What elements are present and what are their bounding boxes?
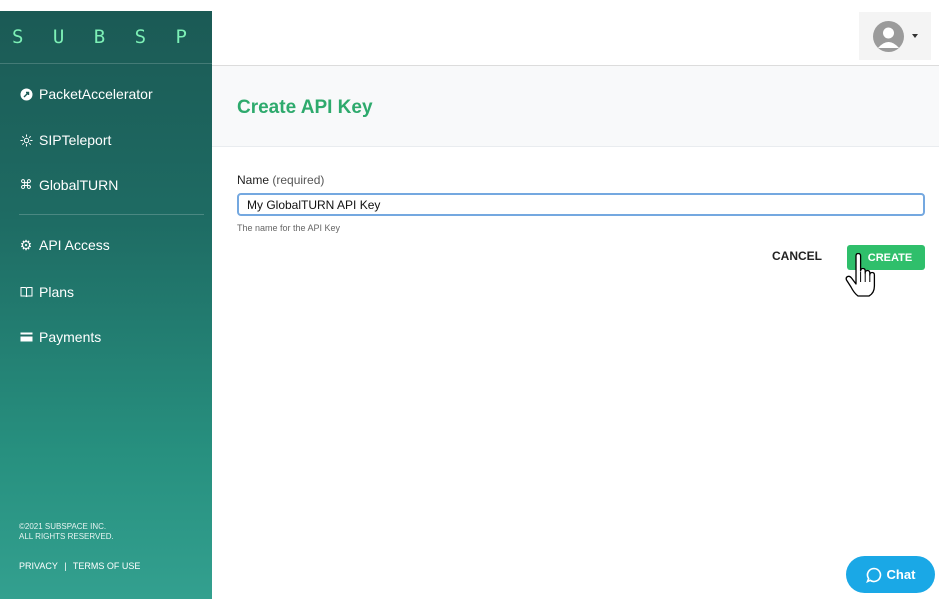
rocket-icon	[19, 87, 33, 101]
subspace-logo[interactable]: S U B S P Λ C Ξ	[0, 11, 212, 64]
copyright-line: ©2021 SUBSPACE INC.	[19, 522, 107, 531]
sidebar-item-plans[interactable]: Plans	[19, 284, 74, 300]
sidebar-item-label: Payments	[39, 329, 102, 345]
chat-label: Chat	[886, 567, 916, 582]
logo-text: S U B S P Λ C Ξ	[12, 26, 212, 48]
sidebar-item-label: Plans	[39, 284, 75, 300]
chat-bubble-icon	[865, 567, 881, 583]
name-help-text: The name for the API Key	[237, 223, 341, 233]
sidebar-item-label: API Access	[39, 237, 110, 253]
privacy-link[interactable]: PRIVACY	[19, 561, 58, 571]
sidebar-item-payments[interactable]: Payments	[19, 329, 101, 345]
hand-cursor-icon	[845, 253, 876, 297]
book-icon	[19, 285, 33, 299]
user-menu-button[interactable]	[859, 12, 931, 60]
sidebar-item-label: SIPTeleport	[39, 132, 112, 148]
cancel-button[interactable]: CANCEL	[772, 249, 822, 263]
sidebar-item-label: PacketAccelerator	[39, 86, 153, 102]
sun-icon	[19, 133, 33, 147]
link-separator: |	[64, 561, 67, 571]
sidebar-item-globalturn[interactable]: ⌘ GlobalTURN	[19, 177, 119, 193]
top-bar	[212, 11, 939, 66]
name-label-text: Name	[237, 173, 270, 187]
copyright-line: ALL RIGHTS RESERVED.	[19, 532, 114, 541]
page-title: Create API Key	[237, 97, 373, 118]
name-field-label: Name (required)	[237, 173, 324, 187]
sidebar-item-label: GlobalTURN	[39, 177, 119, 193]
sidebar-item-packetaccelerator[interactable]: PacketAccelerator	[19, 86, 153, 102]
gear-icon: ⚙	[19, 236, 33, 253]
terms-link[interactable]: TERMS OF USE	[73, 561, 141, 571]
page-header: Create API Key	[212, 66, 939, 147]
sidebar-divider	[19, 214, 204, 215]
credit-card-icon	[19, 330, 33, 344]
chevron-down-icon	[911, 34, 918, 38]
sidebar-item-api-access[interactable]: ⚙ API Access	[19, 236, 110, 254]
sidebar: S U B S P Λ C Ξ PacketAccelerator SIPTel…	[0, 11, 212, 599]
api-key-name-input[interactable]	[237, 193, 925, 216]
command-icon: ⌘	[19, 177, 33, 192]
legal-links: PRIVACY | TERMS OF USE	[19, 561, 140, 571]
required-label: (required)	[272, 173, 325, 187]
chat-button[interactable]: Chat	[846, 556, 935, 593]
copyright: ©2021 SUBSPACE INC. ALL RIGHTS RESERVED.	[19, 522, 114, 542]
sidebar-item-sipteleport[interactable]: SIPTeleport	[19, 132, 111, 148]
avatar-icon	[872, 20, 904, 52]
